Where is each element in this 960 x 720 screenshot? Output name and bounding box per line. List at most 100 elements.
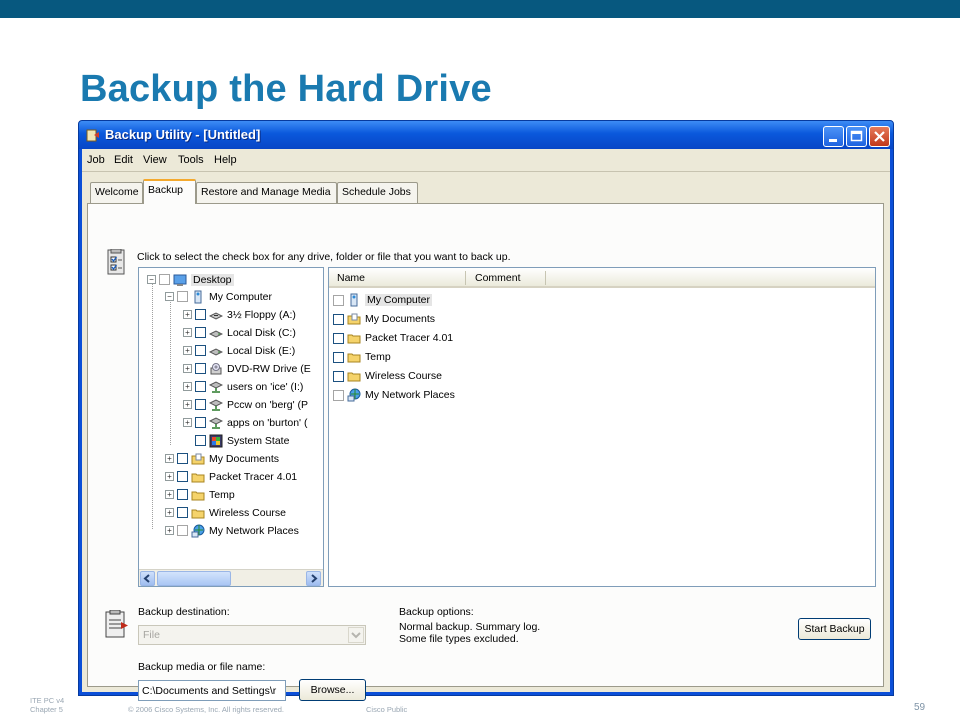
window-titlebar[interactable]: Backup Utility - [Untitled] (79, 121, 893, 149)
column-header-name[interactable]: Name (337, 272, 365, 284)
dropdown-button[interactable] (348, 627, 364, 643)
expand-icon[interactable]: + (165, 454, 174, 463)
menu-bar: Job Edit View Tools Help (82, 149, 890, 171)
list-item-temp[interactable]: Temp (333, 348, 391, 366)
tree-checkbox[interactable] (177, 291, 188, 302)
close-button[interactable] (869, 126, 890, 147)
tree-guide-line (170, 299, 171, 445)
hard-disk-icon (209, 329, 223, 338)
file-list[interactable]: Name Comment My Computer My Documents Pa… (328, 267, 876, 587)
list-item-my-documents[interactable]: My Documents (333, 310, 435, 328)
tree-item-my-computer[interactable]: − My Computer (165, 288, 272, 305)
tree-checkbox[interactable] (177, 525, 188, 536)
menu-divider (82, 171, 890, 172)
list-checkbox[interactable] (333, 332, 344, 344)
tree-checkbox[interactable] (195, 435, 206, 446)
chevron-right-icon (311, 574, 318, 583)
menu-edit[interactable]: Edit (114, 154, 133, 166)
tree-checkbox[interactable] (195, 309, 206, 320)
tree-item-system-state[interactable]: System State (183, 432, 289, 449)
tree-item-dvd-rw[interactable]: + DVD-RW Drive (E (183, 360, 311, 377)
expand-icon[interactable]: + (183, 364, 192, 373)
tree-checkbox[interactable] (195, 417, 206, 428)
backup-media-input[interactable] (139, 681, 285, 701)
folder-tree[interactable]: − Desktop − My Computer + 3½ Floppy (A:)… (138, 267, 324, 587)
list-checkbox[interactable] (333, 313, 344, 325)
list-item-my-computer[interactable]: My Computer (333, 291, 433, 309)
minimize-icon (829, 139, 837, 142)
menu-help[interactable]: Help (214, 154, 237, 166)
tree-item-apps-on-burton[interactable]: + apps on 'burton' ( (183, 414, 307, 431)
column-separator[interactable] (465, 271, 466, 285)
window-client-area: Job Edit View Tools Help Welcome Backup … (82, 149, 890, 701)
expand-icon[interactable]: + (183, 328, 192, 337)
backup-media-field[interactable] (138, 680, 286, 701)
tree-checkbox[interactable] (195, 381, 206, 392)
tree-checkbox[interactable] (159, 274, 170, 285)
backup-destination-select[interactable]: File (138, 625, 366, 645)
tree-checkbox[interactable] (177, 471, 188, 482)
list-item-my-network-places[interactable]: My Network Places (333, 386, 455, 404)
list-item-wireless-course[interactable]: Wireless Course (333, 367, 442, 385)
start-backup-button[interactable]: Start Backup (798, 618, 871, 640)
tab-schedule-jobs[interactable]: Schedule Jobs (337, 182, 418, 203)
tree-item-my-documents[interactable]: + My Documents (165, 450, 279, 467)
maximize-button[interactable] (846, 126, 867, 147)
scroll-right-button[interactable] (306, 571, 321, 586)
tree-item-temp[interactable]: + Temp (165, 486, 235, 503)
list-checkbox[interactable] (333, 294, 344, 306)
list-checkbox[interactable] (333, 351, 344, 363)
list-item-packet-tracer[interactable]: Packet Tracer 4.01 (333, 329, 453, 347)
expand-icon[interactable]: + (183, 346, 192, 355)
scroll-left-button[interactable] (140, 571, 155, 586)
minimize-button[interactable] (823, 126, 844, 147)
tree-checkbox[interactable] (195, 399, 206, 410)
tree-item-local-disk-c[interactable]: + Local Disk (C:) (183, 324, 296, 341)
tree-item-local-disk-e[interactable]: + Local Disk (E:) (183, 342, 295, 359)
scroll-thumb[interactable] (157, 571, 231, 586)
expand-icon[interactable]: + (165, 508, 174, 517)
list-item-label: My Computer (365, 294, 433, 306)
backup-app-icon (86, 129, 99, 142)
tree-item-packet-tracer[interactable]: + Packet Tracer 4.01 (165, 468, 297, 485)
tree-checkbox[interactable] (177, 507, 188, 518)
column-separator[interactable] (545, 271, 546, 285)
tree-item-pccw-on-berg[interactable]: + Pccw on 'berg' (P (183, 396, 308, 413)
tree-guide-line (152, 281, 153, 529)
expand-icon[interactable]: + (165, 472, 174, 481)
expand-icon[interactable]: + (183, 400, 192, 409)
tree-item-wireless-course[interactable]: + Wireless Course (165, 504, 286, 521)
collapse-icon[interactable]: − (165, 292, 174, 301)
expand-icon[interactable]: + (165, 490, 174, 499)
tree-horizontal-scrollbar[interactable] (139, 569, 323, 586)
collapse-icon[interactable]: − (147, 275, 156, 284)
tree-checkbox[interactable] (177, 489, 188, 500)
column-header-comment[interactable]: Comment (475, 272, 521, 284)
network-drive-icon (209, 398, 223, 411)
menu-tools[interactable]: Tools (178, 154, 204, 166)
tree-label: 3½ Floppy (A:) (227, 308, 296, 321)
tab-welcome[interactable]: Welcome (90, 182, 143, 203)
list-checkbox[interactable] (333, 389, 344, 401)
tree-item-users-on-ice[interactable]: + users on 'ice' (I:) (183, 378, 303, 395)
tree-checkbox[interactable] (195, 363, 206, 374)
menu-view[interactable]: View (143, 154, 167, 166)
tree-checkbox[interactable] (177, 453, 188, 464)
expand-icon[interactable]: + (183, 382, 192, 391)
tab-backup[interactable]: Backup (143, 179, 196, 204)
folder-icon (191, 473, 205, 482)
network-places-icon (191, 524, 205, 537)
expand-icon[interactable]: + (165, 526, 174, 535)
tree-checkbox[interactable] (195, 345, 206, 356)
tree-checkbox[interactable] (195, 327, 206, 338)
menu-job[interactable]: Job (87, 154, 105, 166)
tree-item-desktop[interactable]: − Desktop (147, 271, 234, 288)
folder-icon (347, 334, 361, 344)
list-checkbox[interactable] (333, 370, 344, 382)
tab-restore-and-manage-media[interactable]: Restore and Manage Media (196, 182, 337, 203)
browse-button[interactable]: Browse... (299, 679, 366, 701)
tree-item-floppy[interactable]: + 3½ Floppy (A:) (183, 306, 296, 323)
tree-item-my-network-places[interactable]: + My Network Places (165, 522, 299, 539)
expand-icon[interactable]: + (183, 310, 192, 319)
expand-icon[interactable]: + (183, 418, 192, 427)
